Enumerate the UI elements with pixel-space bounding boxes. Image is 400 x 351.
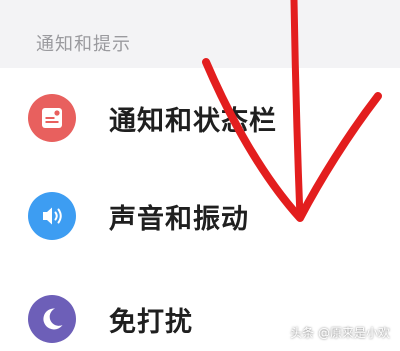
watermark: 头条 @原来是小欢 [290, 326, 390, 340]
settings-screen: 通知和提示 通知和状态栏 声音和振动 免打扰 头条 @原来是小欢 [0, 0, 400, 351]
settings-item-label: 免打扰 [109, 307, 193, 338]
settings-item-label: 通知和状态栏 [109, 106, 277, 137]
settings-item-notifications[interactable]: 通知和状态栏 [0, 70, 400, 166]
notification-icon [28, 94, 76, 142]
settings-item-label: 声音和振动 [109, 204, 249, 235]
speaker-icon [28, 192, 76, 240]
settings-item-sound-vibration[interactable]: 声音和振动 [0, 168, 400, 264]
moon-icon [28, 295, 76, 343]
section-header: 通知和提示 [0, 0, 400, 68]
section-title: 通知和提示 [36, 34, 131, 55]
